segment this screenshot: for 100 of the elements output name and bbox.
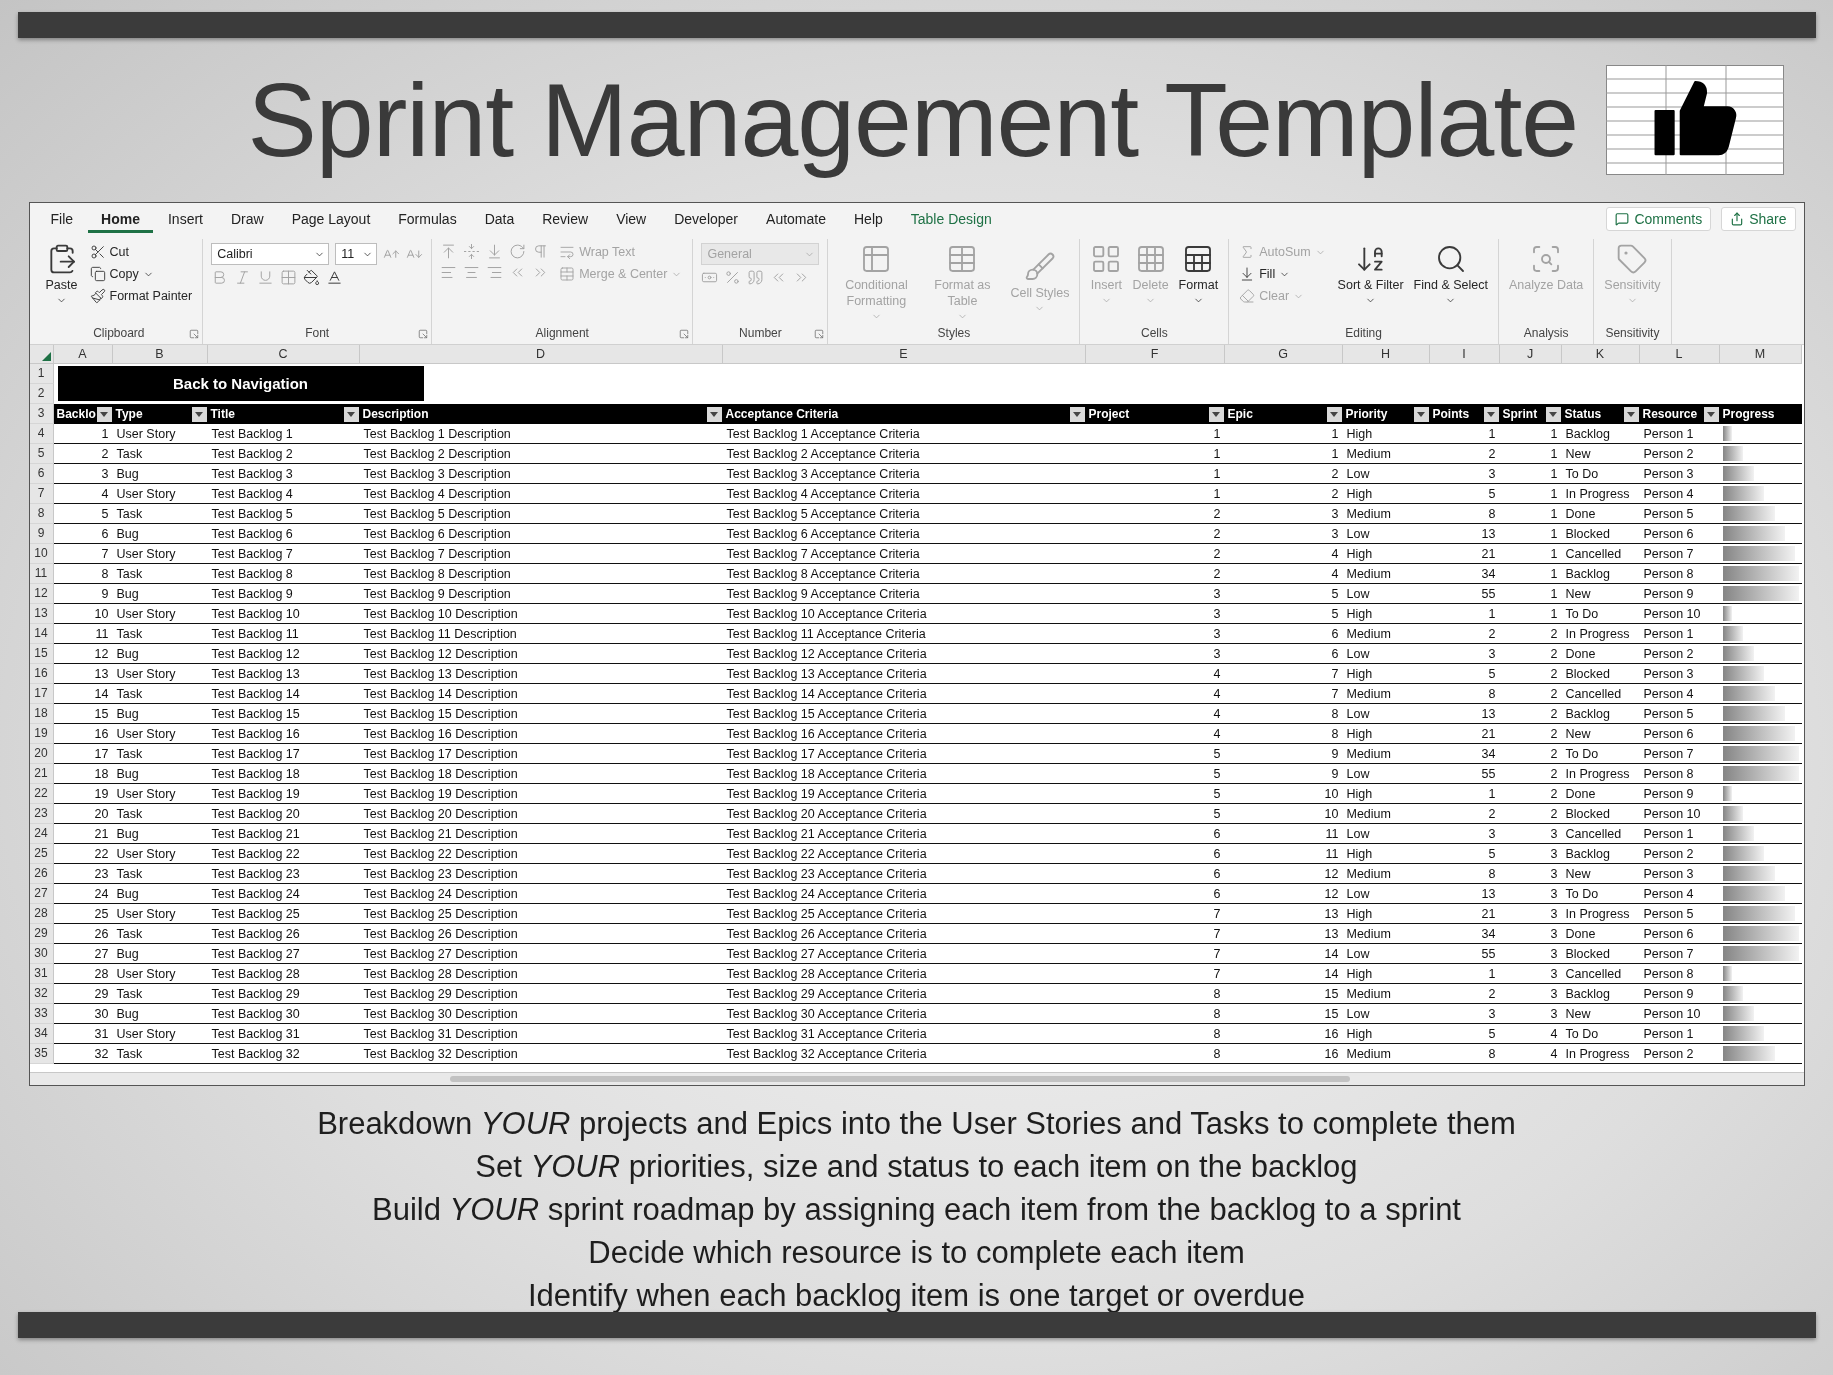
table-cell: Backlog	[1565, 566, 1610, 581]
comments-button[interactable]: Comments	[1606, 207, 1712, 231]
table-cell: User Story	[116, 1026, 176, 1041]
ribbon-tab[interactable]: Draw	[218, 205, 277, 233]
dropdown-field[interactable]: 11	[335, 243, 378, 265]
filter-button[interactable]	[1545, 406, 1561, 422]
table-cell: 55	[1481, 766, 1496, 781]
table-cell: 10	[94, 606, 109, 621]
ribbon-tab[interactable]: Formulas	[385, 205, 470, 233]
table-cell: Test Backlog 24 Acceptance Criteria	[726, 886, 927, 901]
font-color-icon[interactable]	[326, 269, 344, 286]
table-cell: 6	[101, 526, 109, 541]
table-cell: Person 1	[1643, 426, 1694, 441]
share-button[interactable]: Share	[1721, 207, 1796, 231]
table-cell: 8	[1213, 1006, 1221, 1021]
ribbon-button[interactable]: Fill	[1237, 265, 1293, 283]
group-label: Sensitivity	[1605, 326, 1660, 342]
table-cell: High	[1346, 486, 1373, 501]
column-header[interactable]: K	[1561, 345, 1640, 364]
table-cell: 1	[1488, 786, 1496, 801]
column-header[interactable]: H	[1342, 345, 1430, 364]
row-number: 9	[29, 524, 54, 544]
select-all-icon[interactable]	[41, 352, 51, 361]
column-header[interactable]: G	[1224, 345, 1343, 364]
column-header[interactable]: M	[1719, 345, 1802, 364]
column-header[interactable]: C	[207, 345, 360, 364]
filter-button[interactable]	[191, 406, 207, 422]
table-cell: Low	[1346, 946, 1370, 961]
table-cell: 1	[1550, 506, 1558, 521]
dropdown-field[interactable]: Calibri	[211, 243, 330, 265]
filter-button[interactable]	[1703, 406, 1719, 422]
ribbon-button[interactable]: Copy	[87, 265, 156, 283]
horizontal-scrollbar[interactable]	[29, 1072, 1804, 1085]
dialog-launcher-icon[interactable]	[814, 329, 825, 339]
table-cell: Test Backlog 25 Description	[363, 906, 518, 921]
ribbon-button[interactable]: Format	[1176, 243, 1221, 306]
filter-button[interactable]	[96, 406, 112, 422]
table-cell: Test Backlog 15 Acceptance Criteria	[726, 706, 927, 721]
ribbon-button[interactable]: Cut	[87, 243, 131, 261]
ribbon-tab[interactable]: Review	[529, 205, 602, 233]
table-cell: 5	[101, 506, 109, 521]
table-cell: 13	[1481, 706, 1496, 721]
table-cell: Test Backlog 32 Description	[363, 1046, 518, 1061]
ribbon-button[interactable]: Paste	[43, 243, 80, 306]
ribbon-tab[interactable]: Developer	[661, 205, 752, 233]
dialog-launcher-icon[interactable]	[189, 329, 200, 339]
table-cell: High	[1346, 726, 1373, 741]
ribbon-tab[interactable]: File	[37, 205, 87, 233]
table-cell: New	[1565, 586, 1591, 601]
column-header[interactable]: I	[1429, 345, 1500, 364]
ribbon-tab[interactable]: Home	[88, 205, 153, 233]
filter-button[interactable]	[706, 406, 722, 422]
table-cell: Bug	[116, 526, 139, 541]
ribbon-tab[interactable]: View	[603, 205, 660, 233]
filter-button[interactable]	[343, 406, 359, 422]
table-cell: Test Backlog 16 Description	[363, 726, 518, 741]
ribbon-tab[interactable]: Data	[471, 205, 528, 233]
caret-icon	[1487, 411, 1495, 417]
table-cell: Test Backlog 31 Description	[363, 1026, 518, 1041]
row-number: 31	[29, 964, 54, 984]
column-header[interactable]: A	[53, 345, 113, 364]
row-number: 6	[29, 464, 54, 484]
column-header[interactable]: E	[722, 345, 1086, 364]
filter-button[interactable]	[1069, 406, 1085, 422]
fill-color-icon[interactable]	[303, 269, 321, 286]
ribbon-button[interactable]: Format Painter	[87, 287, 195, 305]
table-cell: Test Backlog 22 Acceptance Criteria	[726, 846, 927, 861]
table-cell: 14	[94, 686, 109, 701]
ribbon-tab[interactable]: Table Design	[897, 205, 1005, 233]
dialog-launcher-icon[interactable]	[418, 329, 429, 339]
ribbon-button[interactable]: Find & Select	[1411, 243, 1490, 306]
back-to-navigation-button[interactable]: Back to Navigation	[57, 366, 424, 401]
column-header[interactable]: D	[359, 345, 723, 364]
table-cell: Task	[116, 1046, 143, 1061]
table-cell: 6	[1331, 646, 1339, 661]
filter-button[interactable]	[1208, 406, 1224, 422]
filter-button[interactable]	[1326, 406, 1342, 422]
dialog-launcher-icon[interactable]	[679, 329, 690, 339]
column-header[interactable]: L	[1639, 345, 1720, 364]
ribbon-button[interactable]: Sort & Filter	[1335, 243, 1406, 306]
column-header[interactable]: F	[1085, 345, 1225, 364]
row-number: 8	[29, 504, 54, 524]
column-header[interactable]: B	[112, 345, 208, 364]
column-header[interactable]: J	[1499, 345, 1562, 364]
filter-button[interactable]	[1413, 406, 1429, 422]
table-cell: 1	[1550, 426, 1558, 441]
table-cell: To Do	[1565, 606, 1599, 621]
ribbon-tab[interactable]: Help	[841, 205, 896, 233]
table-cell: High	[1346, 966, 1373, 981]
ribbon-tab[interactable]: Page Layout	[278, 205, 384, 233]
filter-button[interactable]	[1623, 406, 1639, 422]
table-cell: 13	[1481, 526, 1496, 541]
table-cell: Bug	[116, 586, 139, 601]
ribbon-tab[interactable]: Automate	[753, 205, 839, 233]
table-cell: 14	[1324, 966, 1339, 981]
table-cell: Test Backlog 31 Acceptance Criteria	[726, 1026, 927, 1041]
filter-button[interactable]	[1483, 406, 1499, 422]
ribbon-tab[interactable]: Insert	[154, 205, 216, 233]
table-cell: 1	[1550, 606, 1558, 621]
table-cell: 2	[1550, 626, 1558, 641]
